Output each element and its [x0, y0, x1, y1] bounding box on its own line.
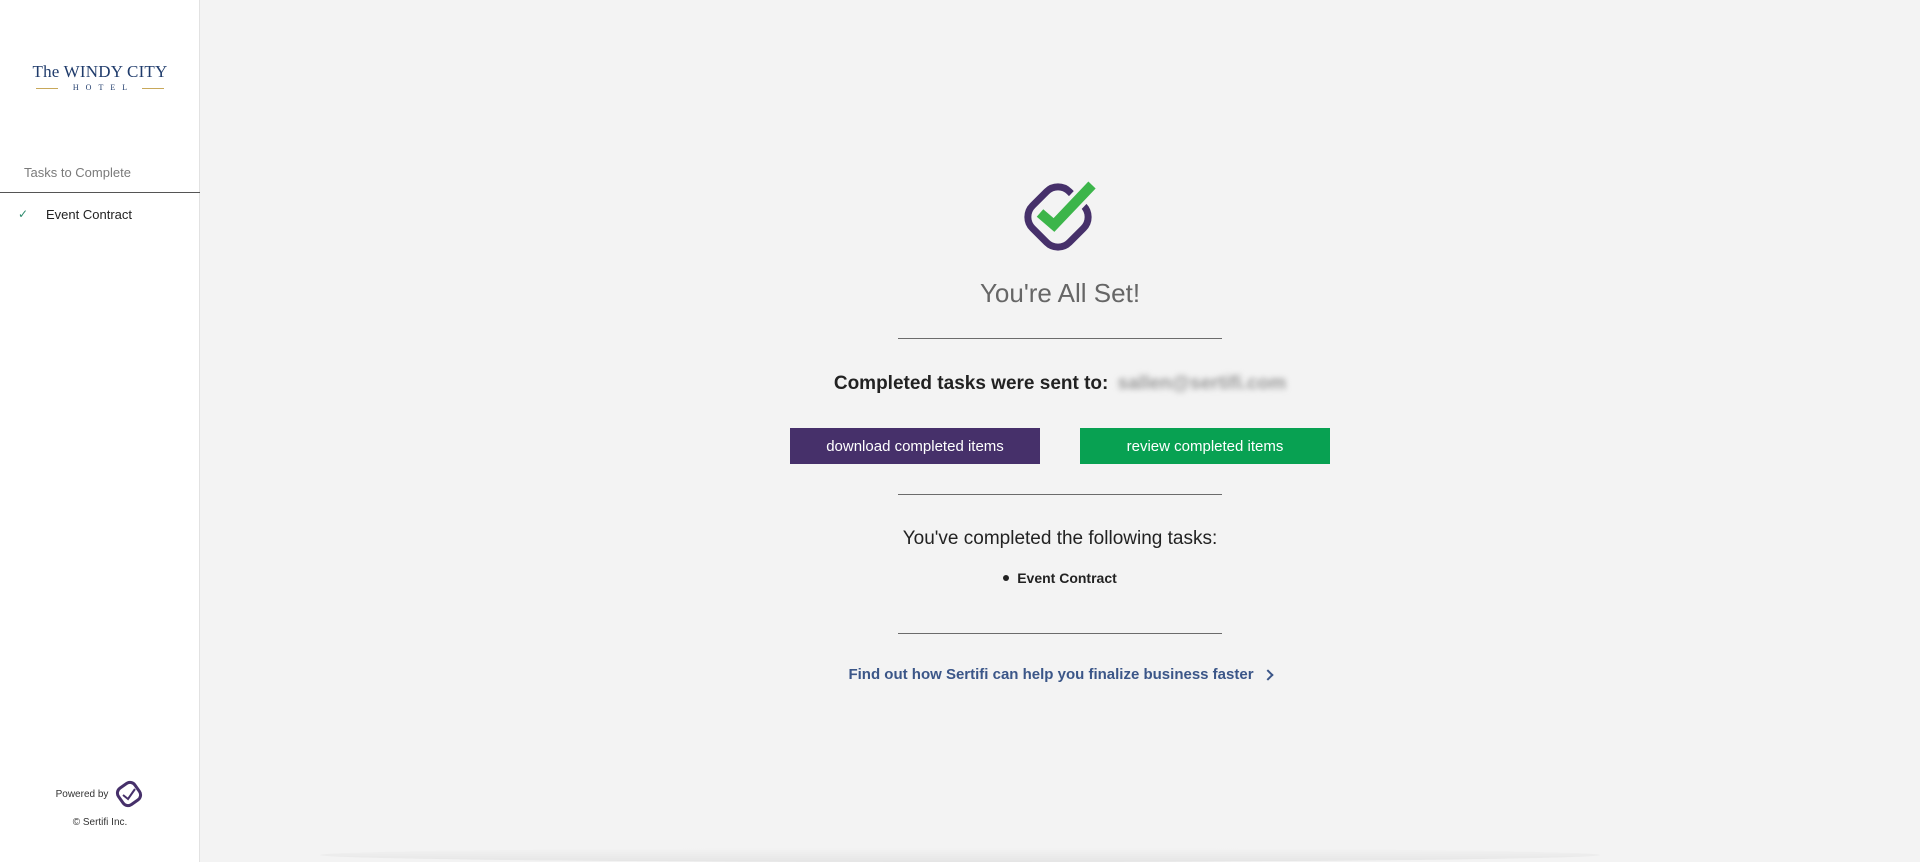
sertifi-promo-link[interactable]: Find out how Sertifi can help you finali…: [200, 666, 1920, 683]
completed-heading: You've completed the following tasks:: [902, 528, 1218, 549]
promo-link-text: Find out how Sertifi can help you finali…: [848, 666, 1254, 683]
divider-top: [898, 338, 1222, 339]
review-completed-items-button[interactable]: review completed items: [1080, 428, 1330, 464]
chevron-right-icon: [1261, 668, 1274, 681]
sent-to-email: sallen@sertifi.com: [1117, 373, 1287, 394]
divider-bottom: [898, 633, 1222, 634]
powered-by: Powered by: [0, 779, 200, 809]
sertifi-logo-icon: [116, 780, 143, 808]
logo-main-text: The WINDY CITY: [32, 62, 168, 81]
divider-middle: [898, 494, 1222, 495]
confirmation-panel: You're All Set! Completed tasks were sen…: [200, 0, 1920, 862]
list-item: Event Contract: [1003, 570, 1117, 586]
sidebar: The WINDY CITY HOTEL Tasks to Complete ✓…: [0, 0, 200, 862]
completed-task-list: Event Contract: [200, 570, 1920, 586]
download-completed-items-button[interactable]: download completed items: [790, 428, 1040, 464]
sent-to-line: Completed tasks were sent to: sallen@ser…: [200, 373, 1920, 395]
app: The WINDY CITY HOTEL Tasks to Complete ✓…: [0, 0, 1920, 862]
powered-by-text: Powered by: [55, 788, 109, 800]
page-title: You're All Set!: [979, 278, 1141, 308]
sidebar-task-label: Event Contract: [46, 206, 132, 222]
sent-to-label: Completed tasks were sent to:: [833, 373, 1109, 394]
logo-line-left: [35, 87, 58, 89]
tasks-divider: [0, 192, 200, 193]
logo-sub-row: HOTEL: [0, 83, 200, 93]
success-check-icon: [1024, 178, 1099, 251]
main-content: You're All Set! Completed tasks were sen…: [200, 0, 1920, 862]
logo-sub-text: HOTEL: [72, 83, 135, 92]
copyright: © Sertifi Inc.: [72, 817, 128, 828]
hotel-logo: The WINDY CITY HOTEL: [0, 62, 200, 93]
logo-line-right: [142, 87, 165, 89]
sidebar-task-event-contract[interactable]: ✓ Event Contract: [0, 202, 200, 226]
check-icon: ✓: [18, 207, 29, 221]
bullet-icon: [1003, 575, 1010, 581]
tasks-heading: Tasks to Complete: [24, 165, 131, 180]
bottom-shadow: [320, 848, 1600, 862]
completed-task-label: Event Contract: [1017, 570, 1117, 586]
